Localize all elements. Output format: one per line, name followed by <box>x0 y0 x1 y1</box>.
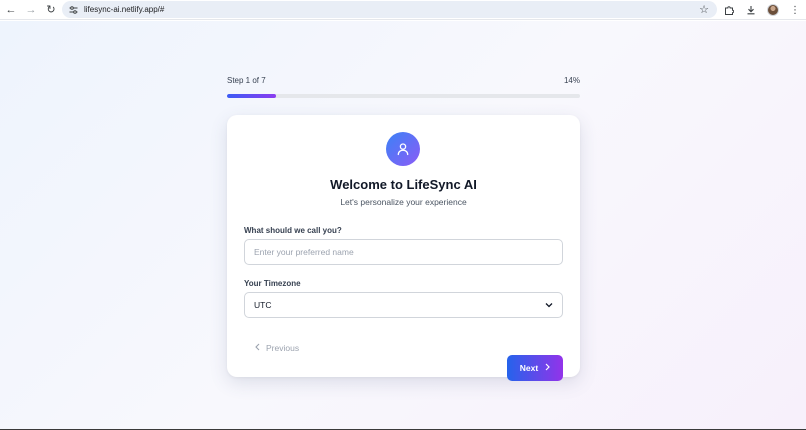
previous-button[interactable]: Previous <box>255 340 299 356</box>
chevron-down-icon <box>545 301 553 310</box>
progress-bar <box>227 94 580 98</box>
next-button[interactable]: Next <box>507 355 563 381</box>
menu-kebab-icon[interactable]: ⋮ <box>784 0 806 20</box>
previous-button-label: Previous <box>266 343 300 353</box>
onboarding-card: Welcome to LifeSync AI Let's personalize… <box>227 115 580 381</box>
chevron-left-icon <box>255 343 260 353</box>
page-subtitle: Let's personalize your experience <box>340 197 467 207</box>
progress-header: Step 1 of 7 14% <box>227 76 580 85</box>
timezone-select[interactable]: UTC <box>244 292 563 318</box>
page-background: Step 1 of 7 14% Welcome to LifeSync AI L… <box>0 21 806 429</box>
timezone-field-label: Your Timezone <box>244 279 301 288</box>
address-bar[interactable]: lifesync-ai.netlify.app/# ☆ <box>62 1 717 18</box>
progress-fill <box>227 94 277 98</box>
extensions-icon[interactable] <box>718 0 740 20</box>
bookmark-star-icon[interactable]: ☆ <box>699 3 709 16</box>
reload-icon[interactable]: ↻ <box>42 1 60 19</box>
forward-arrow-icon[interactable]: → <box>22 1 40 19</box>
download-icon[interactable] <box>740 0 762 20</box>
browser-toolbar: ← → ↻ lifesync-ai.netlify.app/# ☆ ⋮ <box>0 0 806 20</box>
name-input[interactable] <box>244 239 563 265</box>
url-text[interactable]: lifesync-ai.netlify.app/# <box>84 5 164 14</box>
timezone-selected-value: UTC <box>254 300 272 310</box>
progress-percent: 14% <box>563 76 580 85</box>
chevron-right-icon <box>545 363 551 373</box>
user-icon <box>386 132 420 166</box>
step-indicator: Step 1 of 7 <box>227 76 266 85</box>
site-settings-icon[interactable] <box>64 1 82 18</box>
page-title: Welcome to LifeSync AI <box>330 177 477 192</box>
avatar <box>767 4 779 16</box>
profile-avatar[interactable] <box>762 0 784 20</box>
back-arrow-icon[interactable]: ← <box>2 1 20 19</box>
name-field-label: What should we call you? <box>244 226 342 235</box>
next-button-label: Next <box>519 363 539 373</box>
